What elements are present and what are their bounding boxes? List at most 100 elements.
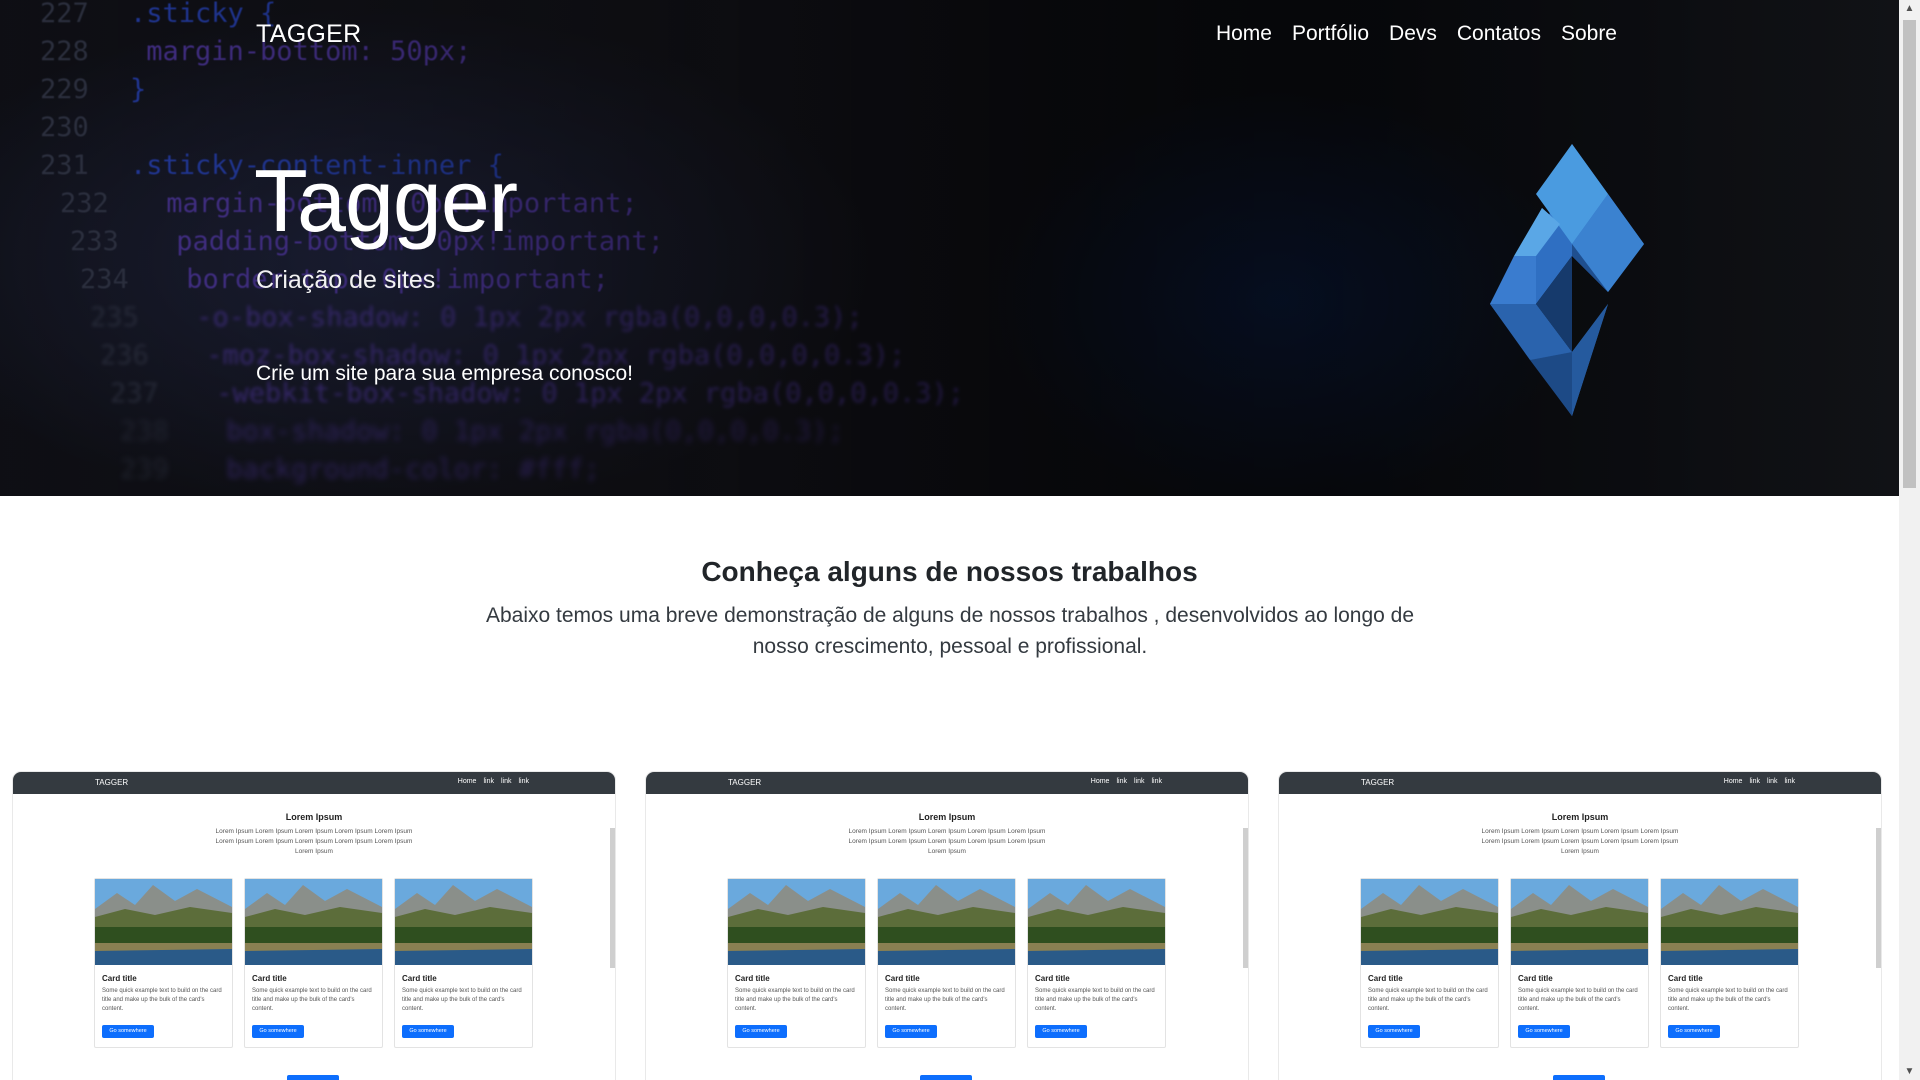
preview-nav-link: link xyxy=(1151,778,1162,785)
preview-card-image xyxy=(878,879,1015,965)
preview-card-button: Go somewhere xyxy=(1668,1025,1720,1038)
preview-card-text: Some quick example text to build on the … xyxy=(102,988,222,1012)
preview-card-button: Go somewhere xyxy=(252,1025,304,1038)
preview-nav-link: link xyxy=(1116,778,1127,785)
hero-cta-text: Crie um site para sua empresa conosco! xyxy=(256,362,634,385)
preview-nav-links: Home link link link xyxy=(1724,778,1795,785)
preview-card: Card title Some quick example text to bui… xyxy=(1510,878,1649,1048)
preview-card: Card title Some quick example text to bui… xyxy=(244,878,383,1048)
preview-navbar: TAGGER Home link link link xyxy=(13,772,615,794)
preview-card: Card title Some quick example text to bui… xyxy=(877,878,1016,1048)
preview-nav-link: link xyxy=(1784,778,1795,785)
section-description: Abaixo temos uma breve demonstração de a… xyxy=(485,604,1415,658)
preview-title: Lorem Ipsum xyxy=(1551,812,1609,822)
preview-card-title: Card title xyxy=(1368,974,1403,983)
preview-card-button: Go somewhere xyxy=(102,1025,154,1038)
nav-link-sobre[interactable]: Sobre xyxy=(1561,22,1617,46)
preview-card-title: Card title xyxy=(1035,974,1070,983)
scrollbar-thumb[interactable] xyxy=(1903,20,1916,488)
preview-navbar-brand: TAGGER xyxy=(95,778,129,787)
preview-card-image xyxy=(245,879,382,965)
preview-card-image xyxy=(728,879,865,965)
preview-card-text: Some quick example text to build on the … xyxy=(402,988,522,1012)
preview-nav-link: Home xyxy=(1090,778,1110,785)
preview-card-text: Some quick example text to build on the … xyxy=(885,988,1005,1012)
preview-bottom-button xyxy=(920,1075,972,1080)
scroll-down-arrow-icon[interactable]: ▼ xyxy=(1899,1063,1920,1080)
preview-card-image xyxy=(1511,879,1648,965)
preview-scrollbar-thumb xyxy=(1243,828,1248,968)
preview-card-button: Go somewhere xyxy=(735,1025,787,1038)
preview-card-title: Card title xyxy=(252,974,287,983)
preview-card-text: Some quick example text to build on the … xyxy=(1035,988,1155,1012)
portfolio-preview[interactable]: TAGGER Home link link link Lorem Ipsum Lorem I… xyxy=(646,772,1248,1080)
hero-title: Tagger xyxy=(254,151,518,250)
preview-card-button: Go somewhere xyxy=(1368,1025,1420,1038)
hero-subtitle: Criação de sites xyxy=(256,266,436,294)
nav-link-devs[interactable]: Devs xyxy=(1389,22,1437,46)
preview-navbar-brand: TAGGER xyxy=(728,778,762,787)
preview-card-button: Go somewhere xyxy=(402,1025,454,1038)
preview-nav-link: Home xyxy=(457,778,477,785)
preview-card-title: Card title xyxy=(735,974,770,983)
preview-card-text: Some quick example text to build on the … xyxy=(1368,988,1488,1012)
preview-scrollbar-thumb xyxy=(610,828,615,968)
portfolio-preview[interactable]: TAGGER Home link link link Lorem Ipsum Lorem I… xyxy=(13,772,615,1080)
preview-card-title: Card title xyxy=(102,974,137,983)
preview-nav-link: link xyxy=(500,778,512,785)
preview-text: Lorem Ipsum Lorem Ipsum Lorem Ipsum Lore… xyxy=(215,828,413,855)
preview-title: Lorem Ipsum xyxy=(918,812,976,822)
preview-nav-link: link xyxy=(518,778,529,785)
preview-card: Card title Some quick example text to bui… xyxy=(94,878,233,1048)
preview-title: Lorem Ipsum xyxy=(285,812,343,822)
preview-nav-links: Home link link link xyxy=(1091,778,1162,785)
navbar: TAGGER Home Portfólio Devs Contatos Sobr… xyxy=(0,0,1899,72)
preview-navbar: TAGGER Home link link link xyxy=(646,772,1248,794)
preview-nav-link: link xyxy=(1133,778,1145,785)
nav-link-home[interactable]: Home xyxy=(1216,22,1272,46)
preview-card: Card title Some quick example text to bui… xyxy=(394,878,533,1048)
preview-card-text: Some quick example text to build on the … xyxy=(1518,988,1638,1012)
preview-text: Lorem Ipsum Lorem Ipsum Lorem Ipsum Lore… xyxy=(1481,828,1679,855)
preview-card-image xyxy=(395,879,532,965)
preview-card-text: Some quick example text to build on the … xyxy=(735,988,855,1012)
section-title: Conheça alguns de nossos trabalhos xyxy=(701,556,1198,587)
preview-card: Card title Some quick example text to bui… xyxy=(727,878,866,1048)
preview-card-title: Card title xyxy=(402,974,437,983)
preview-nav-link: Home xyxy=(1723,778,1743,785)
navbar-brand[interactable]: TAGGER xyxy=(256,20,362,49)
preview-scrollbar-thumb xyxy=(1876,828,1881,968)
preview-nav-link: link xyxy=(1749,778,1760,785)
nav-link-contatos[interactable]: Contatos xyxy=(1457,22,1541,46)
preview-nav-links: Home link link link xyxy=(458,778,529,785)
preview-card-button: Go somewhere xyxy=(1035,1025,1087,1038)
preview-navbar-brand: TAGGER xyxy=(1361,778,1395,787)
preview-card-button: Go somewhere xyxy=(885,1025,937,1038)
preview-card-title: Card title xyxy=(1668,974,1703,983)
preview-card-image xyxy=(1361,879,1498,965)
preview-card-title: Card title xyxy=(1518,974,1553,983)
nav-links: Home Portfólio Devs Contatos Sobre xyxy=(1216,22,1617,46)
preview-card-image xyxy=(1661,879,1798,965)
preview-card: Card title Some quick example text to bui… xyxy=(1360,878,1499,1048)
preview-card-image xyxy=(95,879,232,965)
preview-card-image xyxy=(1028,879,1165,965)
preview-card-title: Card title xyxy=(885,974,920,983)
preview-bottom-button xyxy=(287,1075,339,1080)
preview-card-text: Some quick example text to build on the … xyxy=(1668,988,1788,1012)
hero-banner: 227.sticky {228 margin-bottom: 50px;229}… xyxy=(0,0,1899,496)
tagger-logo-icon xyxy=(1490,144,1644,416)
nav-link-portfolio[interactable]: Portfólio xyxy=(1292,22,1369,46)
preview-card-button: Go somewhere xyxy=(1518,1025,1570,1038)
preview-card: Card title Some quick example text to bui… xyxy=(1660,878,1799,1048)
scroll-up-arrow-icon[interactable]: ▲ xyxy=(1899,0,1920,17)
page-scrollbar[interactable]: ▲ ▼ xyxy=(1899,0,1920,1080)
preview-text: Lorem Ipsum Lorem Ipsum Lorem Ipsum Lore… xyxy=(848,828,1046,855)
portfolio-preview[interactable]: TAGGER Home link link link Lorem Ipsum Lorem I… xyxy=(1279,772,1881,1080)
preview-nav-link: link xyxy=(483,778,494,785)
preview-bottom-button xyxy=(1553,1075,1605,1080)
preview-card-text: Some quick example text to build on the … xyxy=(252,988,372,1012)
preview-navbar: TAGGER Home link link link xyxy=(1279,772,1881,794)
preview-nav-link: link xyxy=(1766,778,1778,785)
preview-card: Card title Some quick example text to bui… xyxy=(1027,878,1166,1048)
